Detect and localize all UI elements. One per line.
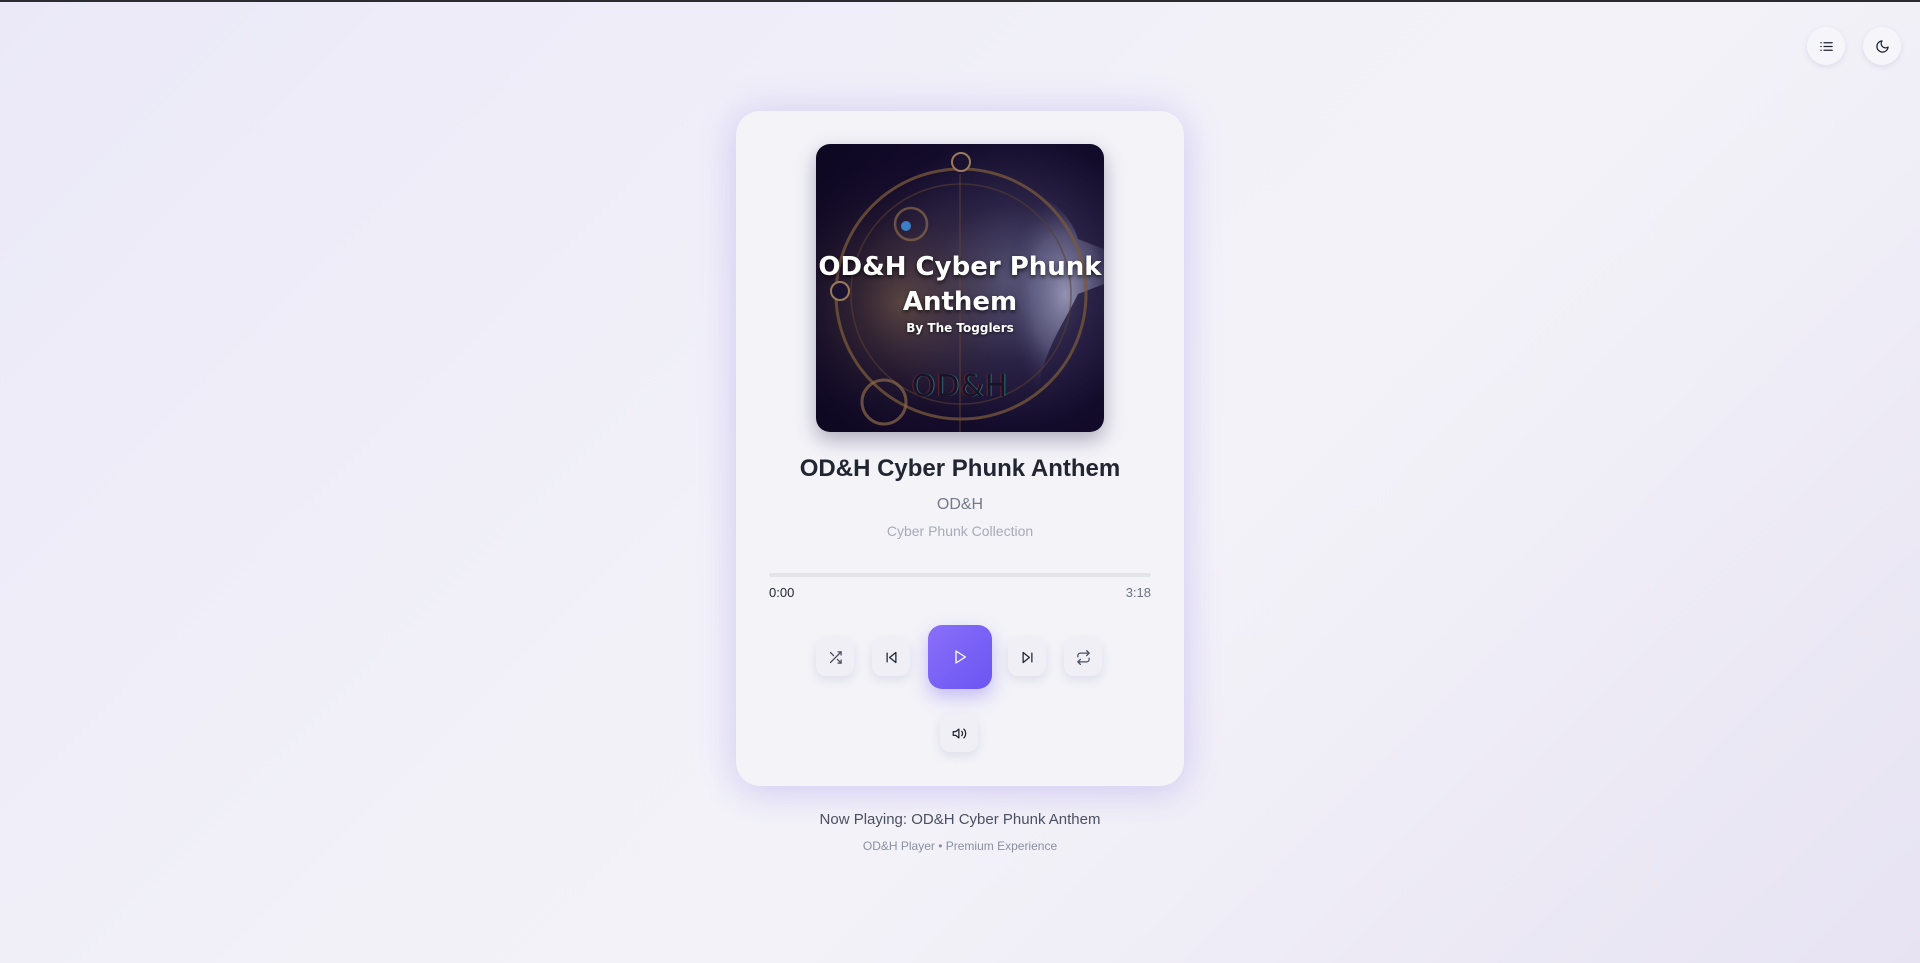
play-button[interactable] xyxy=(928,625,992,689)
shuffle-icon xyxy=(829,650,842,664)
track-album: Cyber Phunk Collection xyxy=(886,523,1034,539)
skip-forward-icon xyxy=(1022,651,1032,663)
moon-icon xyxy=(1875,39,1889,53)
top-controls xyxy=(1807,27,1901,65)
volume-button[interactable] xyxy=(940,714,978,752)
window-top-border xyxy=(0,0,1920,2)
skip-back-icon xyxy=(886,651,896,663)
cover-subtitle: By The Togglers xyxy=(906,321,1014,335)
track-title: OD&H Cyber Phunk Anthem xyxy=(799,455,1121,482)
volume-icon xyxy=(952,728,966,738)
repeat-icon xyxy=(1076,649,1090,665)
now-playing-text: Now Playing: OD&H Cyber Phunk Anthem xyxy=(819,811,1101,828)
play-icon xyxy=(955,650,966,664)
current-time: 0:00 xyxy=(769,585,795,600)
shuffle-button[interactable] xyxy=(816,638,854,676)
theme-toggle-button[interactable] xyxy=(1863,27,1901,65)
next-button[interactable] xyxy=(1008,638,1046,676)
repeat-button[interactable] xyxy=(1064,638,1102,676)
cover-logo-mark: OD&H xyxy=(911,369,1009,404)
previous-button[interactable] xyxy=(872,638,910,676)
list-icon xyxy=(1819,41,1833,51)
playlist-button[interactable] xyxy=(1807,27,1845,65)
track-artist: OD&H xyxy=(936,496,984,513)
album-cover: OD&H Cyber Phunk Anthem By The Togglers … xyxy=(816,144,1104,432)
total-time: 3:18 xyxy=(1125,585,1151,600)
progress-bar[interactable] xyxy=(769,573,1151,577)
cover-title: OD&H Cyber Phunk Anthem xyxy=(818,252,1102,317)
footer-tagline: OD&H Player • Premium Experience xyxy=(862,839,1058,853)
player-card: OD&H Cyber Phunk Anthem By The Togglers … xyxy=(736,111,1184,786)
